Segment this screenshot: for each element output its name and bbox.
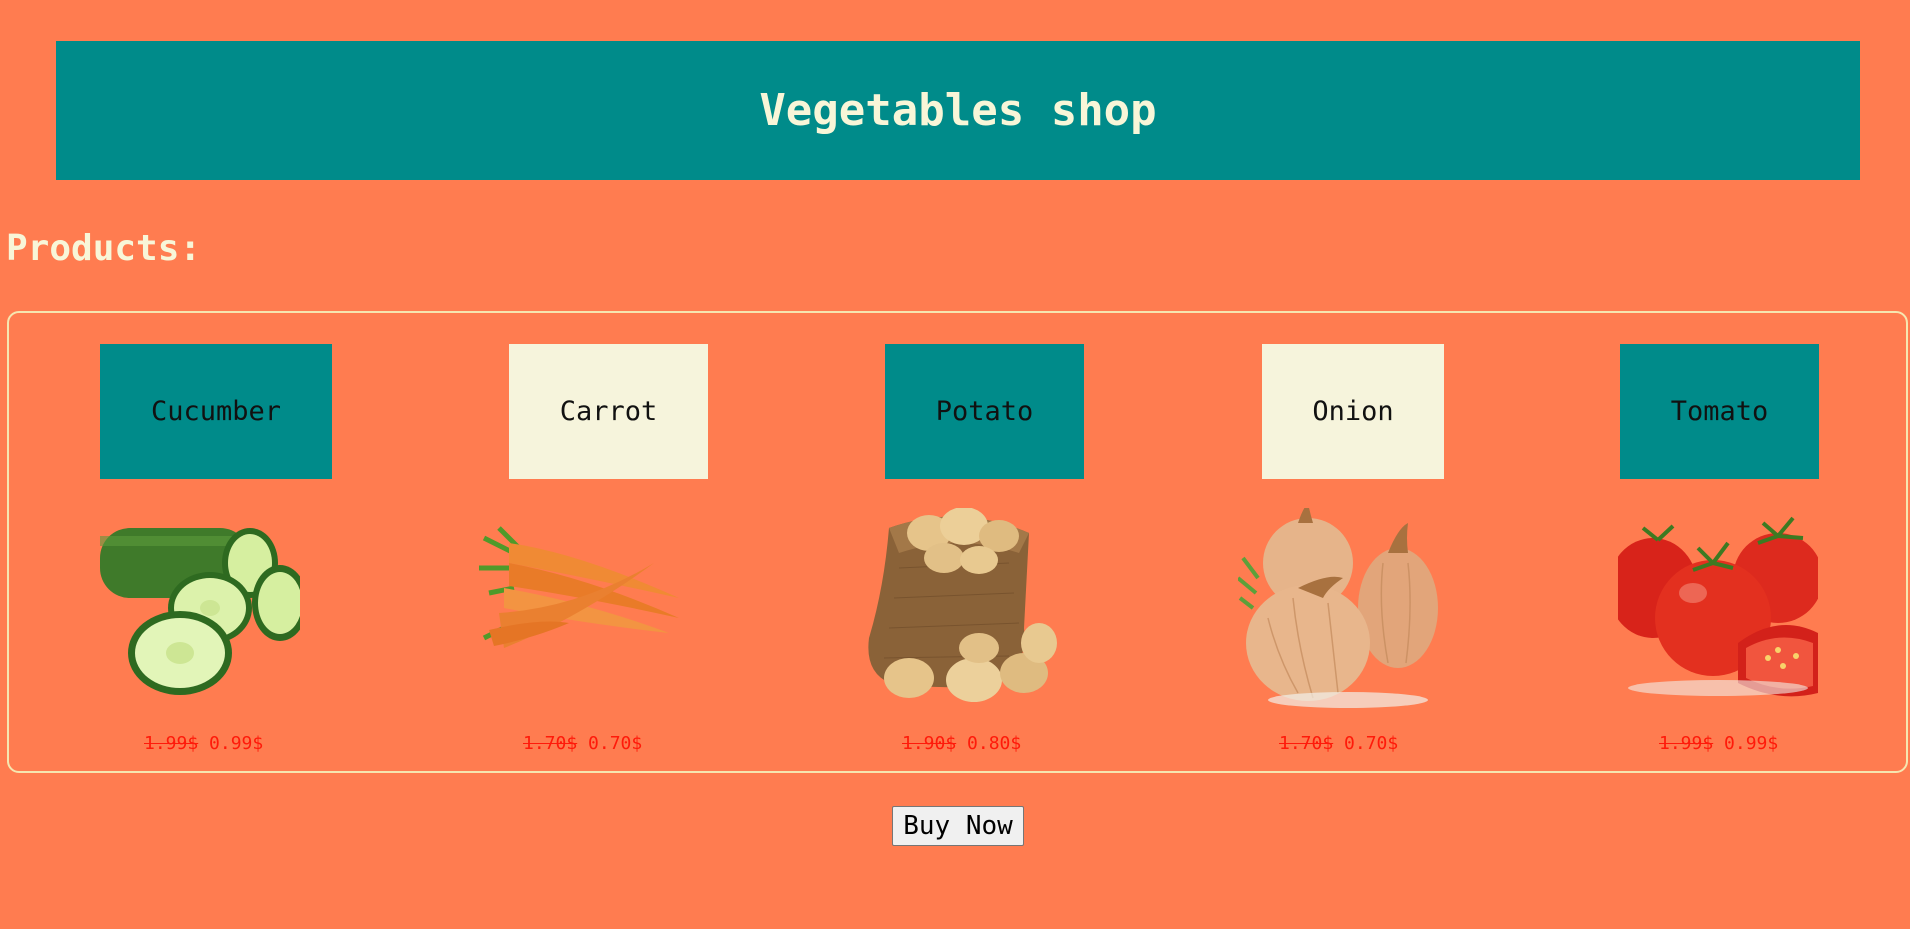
onion-image <box>1238 508 1438 708</box>
products-heading: Products: <box>6 228 202 269</box>
product-price-onion: 1.70$ 0.70$ <box>1279 733 1398 754</box>
page-header: Vegetables shop <box>56 41 1860 180</box>
new-price: 0.99$ <box>1724 733 1779 754</box>
old-price: 1.70$ <box>523 733 578 754</box>
old-price: 1.70$ <box>1279 733 1334 754</box>
page-title: Vegetables shop <box>759 85 1157 136</box>
buy-now-button[interactable]: Buy Now <box>892 806 1024 846</box>
tomato-image <box>1618 516 1818 697</box>
product-price-cucumber: 1.99$ 0.99$ <box>144 733 263 754</box>
product-price-carrot: 1.70$ 0.70$ <box>523 733 642 754</box>
new-price: 0.80$ <box>967 733 1022 754</box>
product-name-cucumber[interactable]: Cucumber <box>100 344 332 479</box>
old-price: 1.99$ <box>144 733 199 754</box>
product-name-potato[interactable]: Potato <box>885 344 1084 479</box>
new-price: 0.70$ <box>1344 733 1399 754</box>
product-price-potato: 1.90$ 0.80$ <box>902 733 1021 754</box>
potato-image <box>868 508 1057 702</box>
new-price: 0.99$ <box>209 733 264 754</box>
product-name-carrot[interactable]: Carrot <box>509 344 708 479</box>
product-price-tomato: 1.99$ 0.99$ <box>1659 733 1778 754</box>
old-price: 1.99$ <box>1659 733 1714 754</box>
product-name-tomato[interactable]: Tomato <box>1620 344 1819 479</box>
carrot-image <box>479 526 679 648</box>
product-name-onion[interactable]: Onion <box>1262 344 1444 479</box>
cucumber-image <box>100 528 300 695</box>
new-price: 0.70$ <box>588 733 643 754</box>
products-container: Cucumber 1.99$ 0.99$ Carrot 1.70$ 0.70$ … <box>7 311 1908 773</box>
old-price: 1.90$ <box>902 733 957 754</box>
